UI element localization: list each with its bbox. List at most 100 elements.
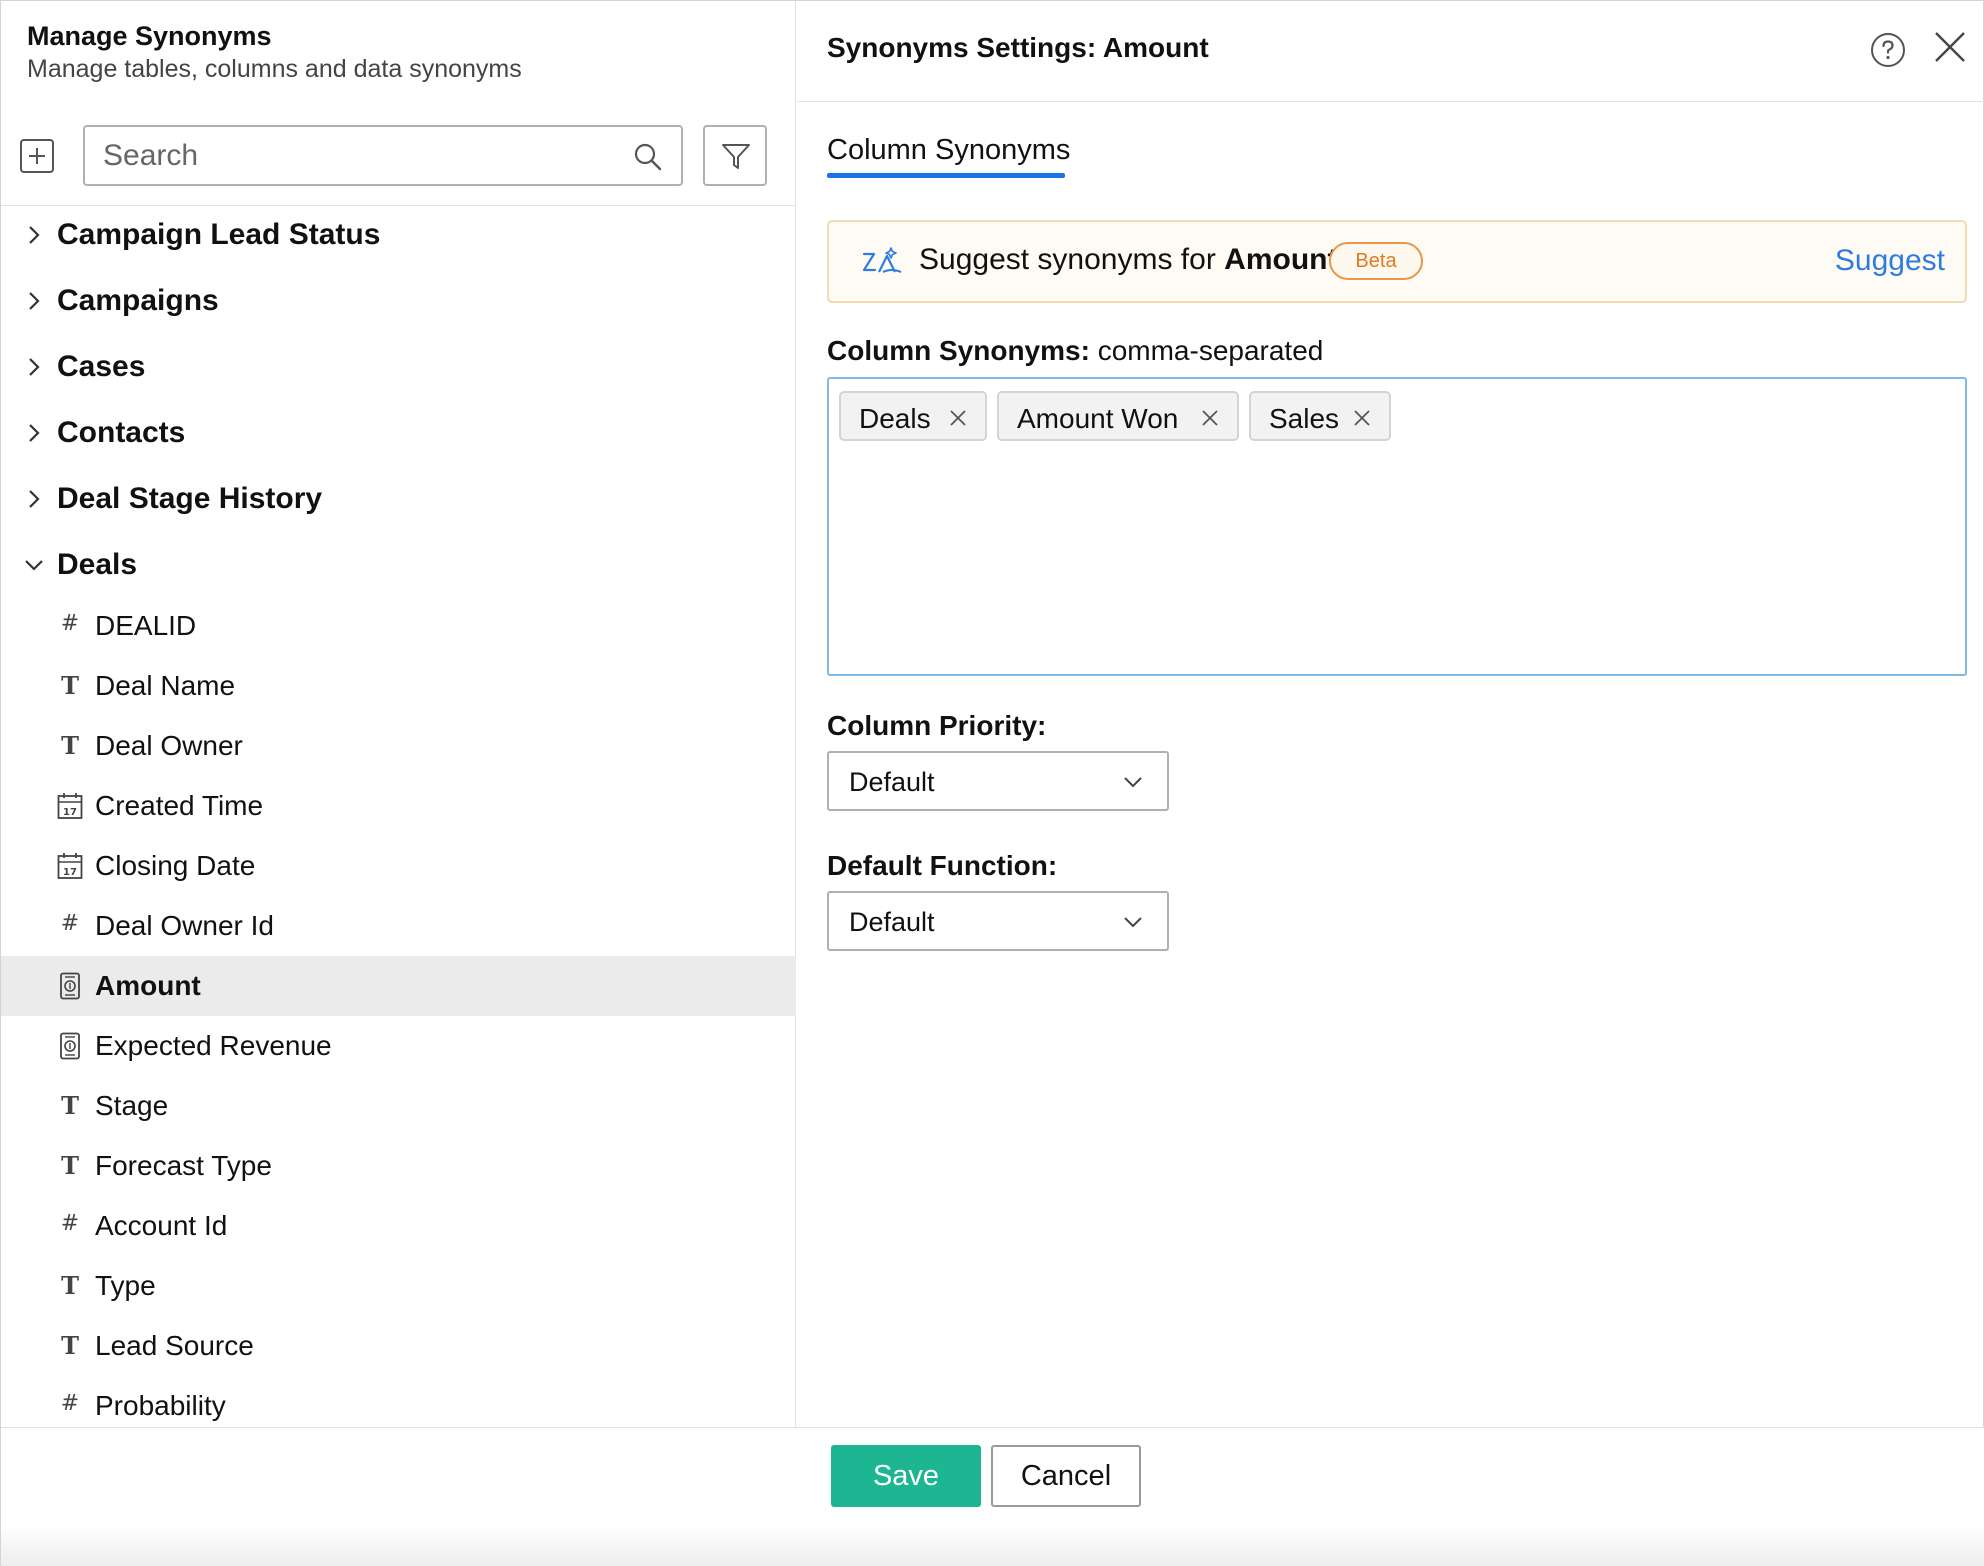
close-icon[interactable] <box>1933 30 1967 64</box>
column-label: Forecast Type <box>95 1150 272 1181</box>
column-item[interactable]: T Lead Source <box>1 1316 796 1376</box>
cancel-button[interactable]: Cancel <box>991 1445 1141 1507</box>
column-item[interactable]: T Forecast Type <box>1 1136 796 1196</box>
tree-group-label: Contacts <box>57 416 186 449</box>
text-type-icon: T <box>61 1271 79 1300</box>
tree-group-label: Cases <box>57 350 146 383</box>
remove-chip-icon[interactable] <box>1353 409 1371 427</box>
hash-icon: # <box>60 611 80 636</box>
synonym-chip: Sales <box>1249 391 1391 441</box>
hash-icon: # <box>60 1211 80 1236</box>
remove-chip-icon[interactable] <box>1201 409 1219 427</box>
suggest-banner: Suggest synonyms for Amount Beta Suggest <box>827 220 1967 303</box>
tree-group[interactable]: Cases <box>1 338 796 398</box>
priority-select[interactable]: Default <box>827 751 1169 811</box>
chevron-right-icon[interactable] <box>23 290 45 312</box>
column-item[interactable]: 17 Created Time <box>1 776 796 836</box>
column-label: Deal Name <box>95 670 236 701</box>
filter-icon <box>722 144 750 169</box>
settings-title: Synonyms Settings: Amount <box>827 32 1209 63</box>
filter-button[interactable] <box>703 125 767 186</box>
synonym-chip: Deals <box>839 391 987 441</box>
column-item[interactable]: T Stage <box>1 1076 796 1136</box>
synonym-chip-label: Amount Won <box>1017 403 1179 434</box>
dialog-footer: Save Cancel <box>1 1427 1984 1566</box>
tree-group[interactable]: Deal Stage History <box>1 470 796 530</box>
tree-group[interactable]: Campaign Lead Status <box>1 206 796 266</box>
remove-chip-icon[interactable] <box>949 409 967 427</box>
chevron-down-icon <box>1124 777 1142 788</box>
column-item[interactable]: T Deal Name <box>1 656 796 716</box>
function-label: Default Function: <box>827 850 1058 881</box>
add-button[interactable] <box>20 139 54 173</box>
tree-group-label: Deals <box>57 548 138 581</box>
calendar-icon: 17 <box>57 793 83 819</box>
chevron-down-icon <box>1124 917 1142 928</box>
svg-text:17: 17 <box>63 807 77 818</box>
save-button[interactable]: Save <box>831 1445 981 1507</box>
column-label: Probability <box>95 1390 226 1421</box>
tree-group-label: Deal Stage History <box>57 482 323 515</box>
column-item[interactable]: # Probability <box>1 1376 796 1427</box>
help-icon[interactable] <box>1870 32 1906 68</box>
column-label: Amount <box>95 970 201 1001</box>
synonyms-label: Column Synonyms: comma-separated <box>827 335 1324 366</box>
suggest-column-name: Amount <box>1224 243 1338 276</box>
column-item[interactable]: # DEALID <box>1 596 796 656</box>
column-label: Lead Source <box>95 1330 254 1361</box>
currency-icon <box>60 972 80 1000</box>
text-type-icon: T <box>61 1331 79 1360</box>
right-panel: Synonyms Settings: Amount Column Synonym… <box>797 1 1984 1427</box>
divider <box>797 101 1984 102</box>
priority-value: Default <box>849 767 935 797</box>
suggest-link[interactable]: Suggest <box>1835 244 1945 278</box>
column-item[interactable]: T Deal Owner <box>1 716 796 776</box>
tree-group-label: Campaigns <box>57 284 219 317</box>
column-label: Expected Revenue <box>95 1030 332 1061</box>
tree-group[interactable]: Deals <box>1 536 796 596</box>
search-box[interactable] <box>83 125 683 186</box>
search-input[interactable] <box>103 137 603 175</box>
function-select[interactable]: Default <box>827 891 1169 951</box>
column-item[interactable]: Expected Revenue <box>1 1016 796 1076</box>
column-label: Deal Owner Id <box>95 910 274 941</box>
column-item[interactable]: Amount <box>1 956 796 1016</box>
column-label: Closing Date <box>95 850 256 881</box>
tree-group[interactable]: Campaigns <box>1 272 796 332</box>
chevron-right-icon[interactable] <box>23 488 45 510</box>
column-item[interactable]: # Account Id <box>1 1196 796 1256</box>
search-icon[interactable] <box>633 142 663 172</box>
panel-title: Manage Synonyms <box>27 21 272 51</box>
calendar-icon: 17 <box>57 853 83 879</box>
text-type-icon: T <box>61 1151 79 1180</box>
chevron-right-icon[interactable] <box>23 356 45 378</box>
tree-group-label: Campaign Lead Status <box>57 218 381 251</box>
synonyms-input[interactable]: Deals Amount Won Sales <box>827 377 1967 676</box>
ai-suggest-icon <box>862 247 902 273</box>
active-tab-indicator <box>827 173 1065 178</box>
priority-label: Column Priority: <box>827 710 1047 741</box>
column-item[interactable]: 17 Closing Date <box>1 836 796 896</box>
synonym-chip-label: Deals <box>859 403 931 434</box>
column-item[interactable]: T Type <box>1 1256 796 1316</box>
table-tree: Campaign Lead Status Campaigns Cases Contac… <box>1 206 796 1427</box>
column-label: Created Time <box>95 790 264 821</box>
function-value: Default <box>849 907 935 937</box>
synonym-chip-label: Sales <box>1269 403 1340 434</box>
currency-icon <box>60 1032 80 1060</box>
chevron-right-icon[interactable] <box>23 422 45 444</box>
tab-column-synonyms[interactable]: Column Synonyms <box>827 134 1070 167</box>
text-type-icon: T <box>61 671 79 700</box>
column-label: Type <box>95 1270 156 1301</box>
column-label: DEALID <box>95 610 197 641</box>
column-label: Stage <box>95 1090 169 1121</box>
text-type-icon: T <box>61 1091 79 1120</box>
svg-text:17: 17 <box>63 867 77 878</box>
column-item[interactable]: # Deal Owner Id <box>1 896 796 956</box>
left-panel: Manage Synonyms Manage tables, columns a… <box>1 1 796 1427</box>
tree-group[interactable]: Contacts <box>1 404 796 464</box>
synonym-chip: Amount Won <box>997 391 1239 441</box>
text-type-icon: T <box>61 731 79 760</box>
chevron-right-icon[interactable] <box>23 224 45 246</box>
chevron-down-icon[interactable] <box>23 554 45 576</box>
